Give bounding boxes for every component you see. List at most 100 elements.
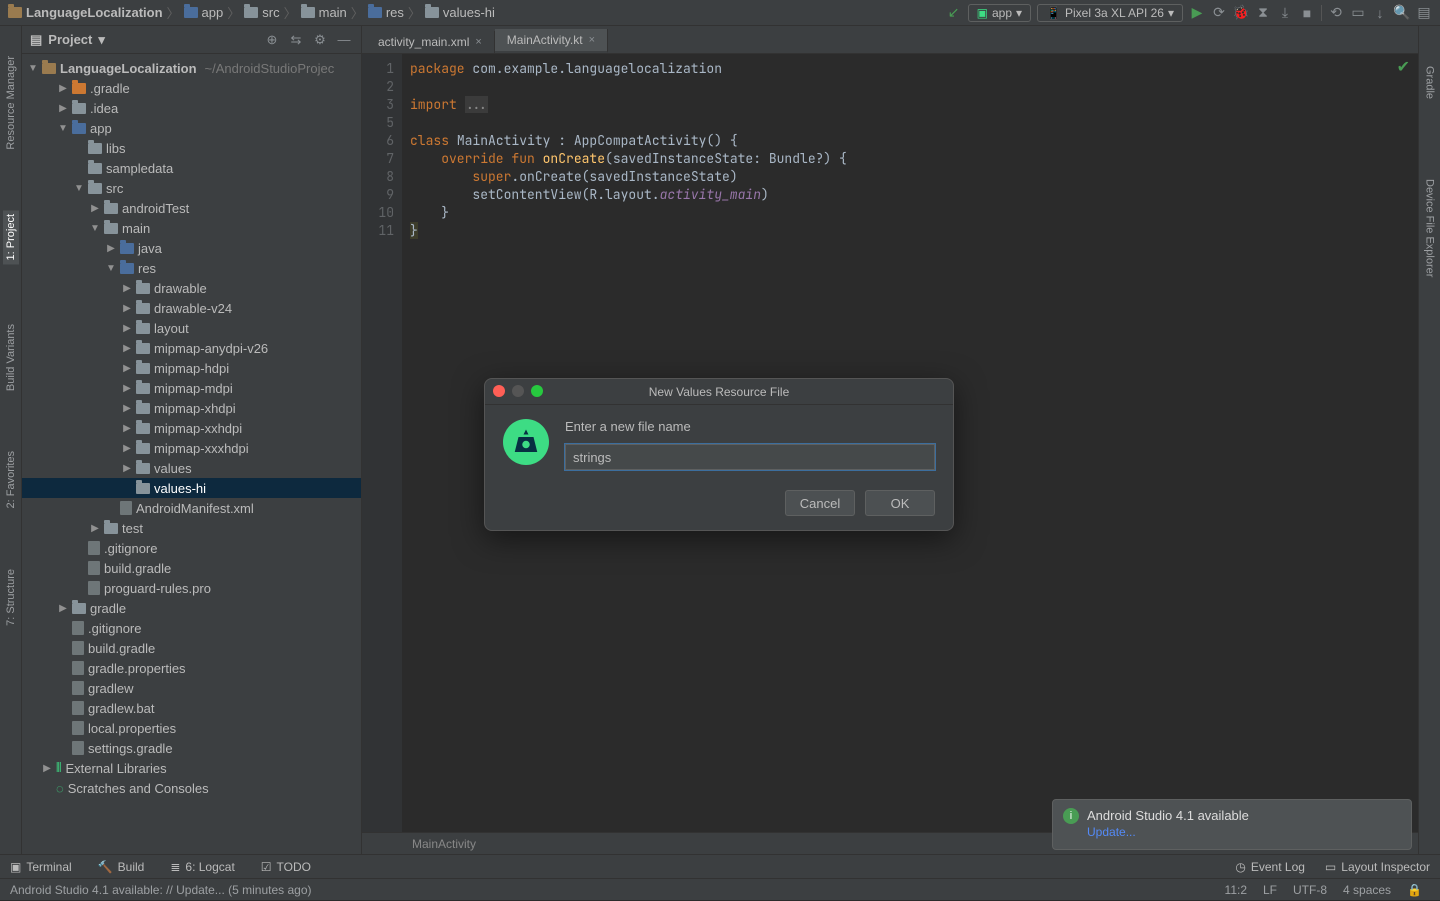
tree-item[interactable]: ▶mipmap-mdpi [22,378,361,398]
tree-item[interactable]: ▶drawable-v24 [22,298,361,318]
stop-icon[interactable]: ■ [1299,5,1315,21]
settings-icon[interactable]: ⚙ [311,32,329,48]
tree-item[interactable]: ▶mipmap-xhdpi [22,398,361,418]
tree-item[interactable]: gradlew.bat [22,698,361,718]
tree-item[interactable]: build.gradle [22,638,361,658]
breadcrumb-item[interactable]: values-hi [425,5,495,20]
tree-item[interactable]: settings.gradle [22,738,361,758]
bottom-tab-todo[interactable]: ☑ TODO [261,860,311,874]
tree-item[interactable]: ▶mipmap-hdpi [22,358,361,378]
tree-item[interactable]: AndroidManifest.xml [22,498,361,518]
dialog-label: Enter a new file name [565,419,935,434]
tool-button-resource-manager[interactable]: Resource Manager [5,56,17,150]
tree-item[interactable]: .gitignore [22,618,361,638]
collapse-icon[interactable]: ⇆ [287,32,305,48]
minimize-window-icon[interactable] [512,385,524,397]
breadcrumb-item[interactable]: res [368,5,404,20]
tree-item[interactable]: ▼main [22,218,361,238]
indent-setting[interactable]: 4 spaces [1335,883,1399,897]
more-icon[interactable]: ▤ [1416,5,1432,21]
dialog-titlebar[interactable]: New Values Resource File [485,379,953,405]
notification-link[interactable]: Update... [1087,825,1399,839]
tree-item[interactable]: ▶gradle [22,598,361,618]
tree-item[interactable]: gradlew [22,678,361,698]
bottom-tab-layout-inspector[interactable]: ▭ Layout Inspector [1325,860,1430,874]
bottom-tab-event-log[interactable]: ◷ Event Log [1235,860,1305,874]
tree-item[interactable]: sampledata [22,158,361,178]
hide-icon[interactable]: — [335,32,353,47]
zoom-window-icon[interactable] [531,385,543,397]
tool-button-gradle[interactable]: Gradle [1424,66,1436,99]
readonly-lock-icon[interactable]: 🔒 [1399,883,1430,897]
close-tab-icon[interactable]: × [589,34,595,46]
bottom-tab-build[interactable]: 🔨 Build [98,860,145,874]
filename-input[interactable] [565,444,935,470]
status-message[interactable]: Android Studio 4.1 available: // Update.… [10,883,312,897]
tree-item[interactable]: ▶androidTest [22,198,361,218]
editor-tab[interactable]: MainActivity.kt× [495,29,608,53]
tree-item[interactable]: ▼src [22,178,361,198]
tree-item[interactable]: ▶drawable [22,278,361,298]
status-bar: Android Studio 4.1 available: // Update.… [0,879,1440,901]
tree-item[interactable]: local.properties [22,718,361,738]
file-encoding[interactable]: UTF-8 [1285,883,1335,897]
breadcrumb-item[interactable]: app [184,5,224,20]
project-view-selector[interactable]: ▤ Project ▾ [30,32,105,48]
tree-root[interactable]: ▼LanguageLocalization~/AndroidStudioProj… [22,58,361,78]
sync-gradle-icon[interactable]: ⟲ [1328,5,1344,21]
tool-button-project[interactable]: 1: Project [3,210,19,264]
tree-item[interactable]: values-hi [22,478,361,498]
inspection-status-icon[interactable]: ✔ [1397,58,1410,76]
tree-item[interactable]: .gitignore [22,538,361,558]
tree-item[interactable]: ▶values [22,458,361,478]
breadcrumb-item[interactable]: main [301,5,347,20]
editor-tab[interactable]: activity_main.xml× [366,31,495,53]
window-controls[interactable] [493,385,543,397]
tree-item[interactable]: ▼app [22,118,361,138]
bottom-tab-logcat[interactable]: ≣ 6: Logcat [170,860,234,874]
tree-item[interactable]: ▶.gradle [22,78,361,98]
avd-manager-icon[interactable]: ▭ [1350,5,1366,21]
tree-item[interactable]: proguard-rules.pro [22,578,361,598]
tool-button-structure[interactable]: 7: Structure [5,569,17,626]
tree-item[interactable]: gradle.properties [22,658,361,678]
breadcrumb-item[interactable]: LanguageLocalization [8,5,163,20]
tree-item[interactable]: libs [22,138,361,158]
tool-button-device-file-explorer[interactable]: Device File Explorer [1424,179,1436,277]
notification-title: Android Studio 4.1 available [1087,808,1399,823]
tree-item[interactable]: build.gradle [22,558,361,578]
bottom-tab-terminal[interactable]: ▣ Terminal [10,860,72,874]
tool-button-build-variants[interactable]: Build Variants [5,324,17,391]
close-tab-icon[interactable]: × [475,36,481,48]
tree-item[interactable]: ▶test [22,518,361,538]
close-window-icon[interactable] [493,385,505,397]
run-config-selector[interactable]: ▣app ▾ [968,4,1031,22]
tree-item[interactable]: ▶.idea [22,98,361,118]
cursor-position[interactable]: 11:2 [1217,883,1255,897]
line-separator[interactable]: LF [1255,883,1285,897]
profile-icon[interactable]: ⧗ [1255,5,1271,21]
update-notification[interactable]: i Android Studio 4.1 available Update... [1052,799,1412,850]
ok-button[interactable]: OK [865,490,935,516]
apply-changes-icon[interactable]: ⟳ [1211,5,1227,21]
tree-item[interactable]: ▶mipmap-xxxhdpi [22,438,361,458]
tree-item[interactable]: ▶mipmap-xxhdpi [22,418,361,438]
breadcrumb-item[interactable]: src [244,5,279,20]
sdk-manager-icon[interactable]: ↓ [1372,5,1388,21]
tree-item[interactable]: ▶⫴External Libraries [22,758,361,778]
tool-button-favorites[interactable]: 2: Favorites [5,451,17,508]
debug-icon[interactable]: 🐞 [1233,5,1249,21]
tree-item[interactable]: ▶mipmap-anydpi-v26 [22,338,361,358]
make-project-icon[interactable]: ↙ [946,5,962,21]
search-everywhere-icon[interactable]: 🔍 [1394,5,1410,21]
run-icon[interactable]: ▶ [1189,5,1205,21]
tree-item[interactable]: ▶layout [22,318,361,338]
tree-item[interactable]: ▼res [22,258,361,278]
project-tree[interactable]: ▼LanguageLocalization~/AndroidStudioProj… [22,54,361,854]
locate-icon[interactable]: ⊕ [263,32,281,48]
device-selector[interactable]: 📱Pixel 3a XL API 26 ▾ [1037,4,1183,22]
tree-item[interactable]: ▶java [22,238,361,258]
attach-debugger-icon[interactable]: ⤓ [1277,5,1293,21]
tree-item[interactable]: ◌Scratches and Consoles [22,778,361,798]
cancel-button[interactable]: Cancel [785,490,855,516]
